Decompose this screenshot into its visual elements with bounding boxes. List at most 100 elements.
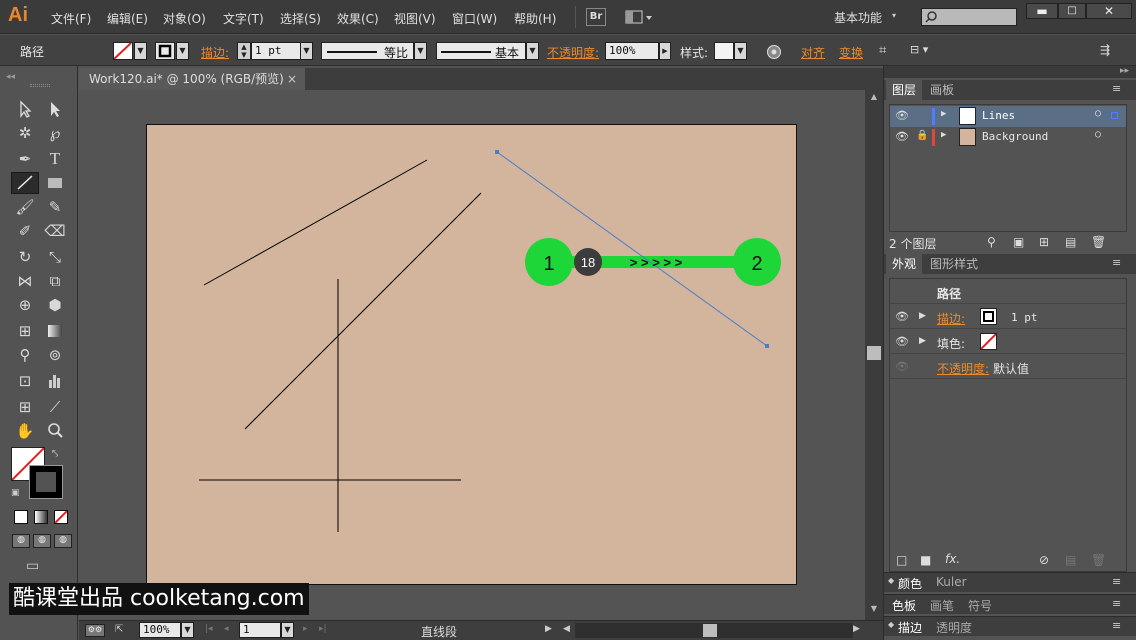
variable-width-profile[interactable]: 等比: [321, 42, 414, 60]
gradient-mode-button[interactable]: [34, 510, 48, 524]
color-mode-button[interactable]: [14, 510, 28, 524]
align-link[interactable]: 对齐: [801, 44, 825, 61]
next-artboard-icon[interactable]: ▸: [303, 624, 308, 634]
appearance-stroke-row[interactable]: 👁 ▶ 描边: 1 pt: [890, 305, 1126, 329]
zoom-input[interactable]: 100%: [139, 622, 181, 638]
expand-stroke-icon[interactable]: ▶: [919, 311, 926, 321]
swap-colors-icon[interactable]: ⤣: [52, 447, 58, 461]
isolate-group-button[interactable]: ⌗: [879, 43, 897, 59]
selection-tool[interactable]: [14, 98, 36, 120]
menu-help[interactable]: 帮助(H): [514, 10, 556, 27]
first-artboard-icon[interactable]: |◂: [205, 624, 213, 634]
document-info-button[interactable]: ⚙⚙: [85, 624, 105, 637]
last-artboard-icon[interactable]: ▸|: [319, 624, 327, 634]
transform-link[interactable]: 变换: [839, 44, 863, 61]
artboard[interactable]: [146, 124, 797, 585]
target-circle-icon[interactable]: ○: [1095, 108, 1101, 119]
stroke-weight-value[interactable]: 1 pt: [1011, 311, 1038, 324]
stroke-panel-menu-icon[interactable]: ≡: [1112, 619, 1121, 632]
eraser-tool[interactable]: ⌫: [44, 220, 66, 242]
horizontal-scroll-thumb[interactable]: [703, 624, 717, 637]
mesh-tool[interactable]: ⊞: [14, 320, 36, 342]
target-circle-icon[interactable]: ○: [1095, 129, 1101, 140]
swatches-panel-menu-icon[interactable]: ≡: [1112, 597, 1121, 610]
stroke-dropdown[interactable]: ▼: [176, 42, 189, 60]
width-tool[interactable]: ⋈: [14, 270, 36, 292]
hand-tool[interactable]: ✋: [14, 420, 36, 442]
menu-window[interactable]: 窗口(W): [452, 10, 497, 27]
visibility-eye-icon[interactable]: 👁: [895, 335, 909, 348]
appearance-fill-row[interactable]: 👁 ▶ 填色:: [890, 330, 1126, 354]
hscroll-left-icon[interactable]: ◀: [563, 624, 570, 634]
close-window-button[interactable]: ✕: [1086, 3, 1132, 19]
delete-item-icon[interactable]: 🗑: [1091, 553, 1106, 567]
menu-select[interactable]: 选择(S): [280, 10, 321, 27]
opacity-link[interactable]: 不透明度:: [937, 360, 989, 377]
layers-panel-menu-icon[interactable]: ≡: [1112, 82, 1121, 95]
type-tool[interactable]: T: [44, 148, 66, 170]
opacity-input[interactable]: 100%: [605, 42, 659, 60]
menu-object[interactable]: 对象(O): [163, 10, 206, 27]
fill-color-swatch[interactable]: [113, 42, 133, 60]
menu-edit[interactable]: 编辑(E): [107, 10, 148, 27]
brush-dropdown[interactable]: ▼: [526, 42, 539, 60]
document-tab[interactable]: Work120.ai* @ 100% (RGB/预览) ×: [79, 68, 305, 90]
status-menu-icon[interactable]: ▶: [545, 624, 552, 634]
fill-color-chip[interactable]: [980, 333, 997, 350]
visibility-eye-icon[interactable]: 👁: [895, 360, 909, 373]
menu-file[interactable]: 文件(F): [51, 10, 91, 27]
menu-effect[interactable]: 效果(C): [337, 10, 379, 27]
blob-brush-tool[interactable]: ✐: [14, 220, 36, 242]
recolor-artwork-button[interactable]: [766, 44, 782, 60]
scroll-up-icon[interactable]: ▲: [866, 92, 882, 104]
menu-type[interactable]: 文字(T): [223, 10, 264, 27]
graphic-style-swatch[interactable]: [714, 42, 734, 60]
tab-stroke[interactable]: 描边: [898, 619, 922, 636]
vertical-scrollbar[interactable]: ▲ ▼: [865, 90, 883, 620]
graphic-style-dropdown[interactable]: ▼: [734, 42, 747, 60]
visibility-eye-icon[interactable]: 👁: [895, 310, 909, 323]
layer-row-lines[interactable]: 👁 ▶ Lines ○: [890, 106, 1126, 127]
opacity-flyout[interactable]: ▶: [659, 42, 671, 60]
tab-appearance[interactable]: 外观: [886, 254, 923, 274]
clear-appearance-icon[interactable]: ⊘: [1039, 553, 1049, 567]
arrange-documents-button[interactable]: [625, 9, 653, 25]
none-mode-button[interactable]: [54, 510, 68, 524]
layer-name[interactable]: Background: [982, 130, 1048, 143]
expand-layer-icon[interactable]: ▶: [941, 130, 946, 140]
new-sublayer-icon[interactable]: ⊞: [1039, 235, 1049, 249]
draw-normal-button[interactable]: ◍: [12, 534, 30, 548]
control-panel-menu[interactable]: ⇶: [1100, 43, 1116, 59]
artboard-number-input[interactable]: 1: [239, 622, 281, 638]
eyedropper-tool[interactable]: ⚲: [14, 344, 36, 366]
stroke-label-link[interactable]: 描边:: [201, 44, 229, 61]
tab-graphic-styles[interactable]: 图形样式: [924, 254, 984, 274]
delete-layer-icon[interactable]: 🗑: [1091, 235, 1106, 249]
new-layer-icon[interactable]: ▤: [1065, 235, 1076, 249]
draw-inside-button[interactable]: ◍: [54, 534, 72, 548]
free-transform-tool[interactable]: ⧉: [44, 270, 66, 292]
magic-wand-tool[interactable]: ✲: [14, 122, 36, 144]
fill-dropdown[interactable]: ▼: [134, 42, 147, 60]
draw-behind-button[interactable]: ◍: [33, 534, 51, 548]
default-colors-icon[interactable]: ▣: [11, 488, 20, 498]
color-panel-menu-icon[interactable]: ≡: [1112, 575, 1121, 588]
blend-tool[interactable]: ⊚: [44, 344, 66, 366]
bridge-button[interactable]: Br: [586, 8, 606, 26]
brush-definition[interactable]: 基本: [436, 42, 526, 60]
pencil-tool[interactable]: ✎: [44, 196, 66, 218]
hscroll-right-icon[interactable]: ▶: [853, 624, 860, 634]
maximize-button[interactable]: □: [1058, 3, 1086, 19]
horizontal-scroll-track[interactable]: [575, 623, 853, 638]
appearance-opacity-row[interactable]: 👁 不透明度: 默认值: [890, 355, 1126, 379]
tab-brushes[interactable]: 画笔: [930, 597, 954, 614]
tab-symbols[interactable]: 符号: [968, 597, 992, 614]
zoom-dropdown[interactable]: ▼: [181, 622, 194, 638]
symbol-sprayer-tool[interactable]: ⊡: [14, 370, 36, 392]
artboard-dropdown[interactable]: ▼: [281, 622, 294, 638]
gradient-tool[interactable]: [44, 320, 66, 342]
stroke-link[interactable]: 描边:: [937, 310, 965, 327]
zoom-tool[interactable]: [44, 420, 66, 442]
rectangle-tool[interactable]: [44, 172, 66, 194]
tab-layers[interactable]: 图层: [886, 80, 923, 100]
